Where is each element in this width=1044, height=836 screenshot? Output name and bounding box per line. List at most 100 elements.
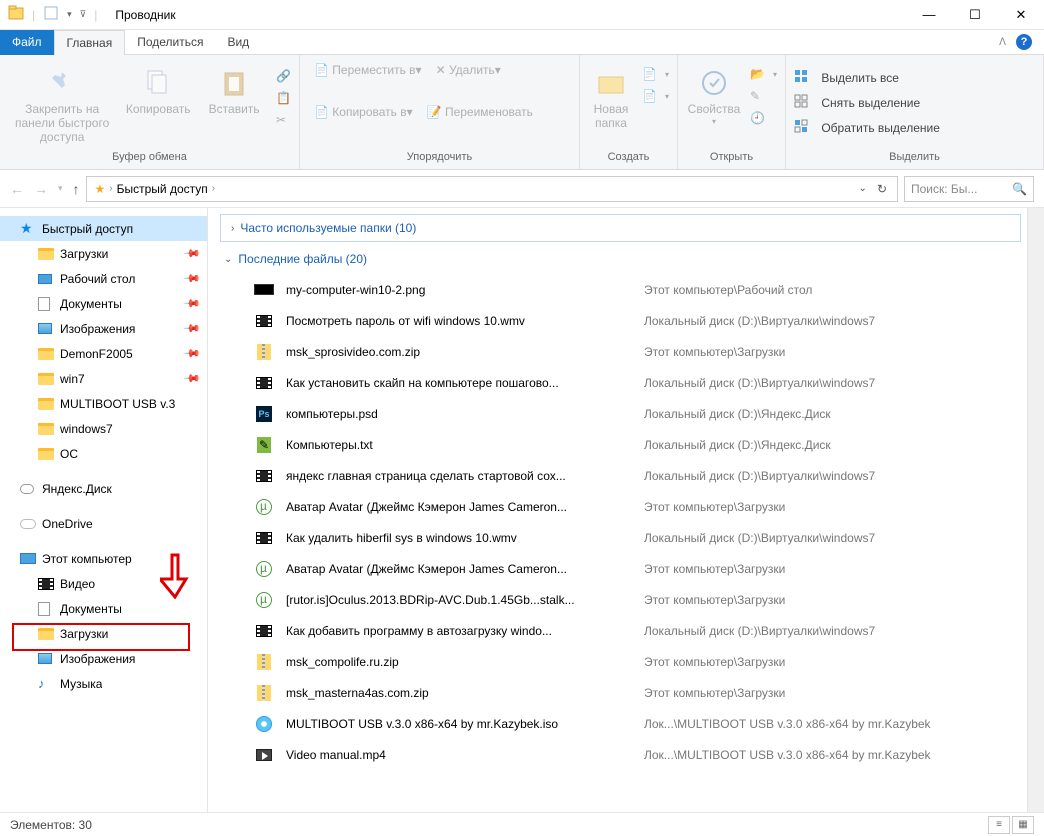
select-all-icon [794, 69, 808, 86]
ribbon-group-label-clipboard: Буфер обмена [8, 149, 291, 165]
move-to-button[interactable]: 📄 Переместить в▾ [314, 63, 422, 77]
edit-button[interactable]: ✎ [750, 87, 777, 105]
rename-button[interactable]: 📝 Переименовать [427, 105, 533, 119]
zip-icon [254, 683, 274, 703]
chevron-right-icon[interactable]: › [109, 183, 112, 194]
copy-to-button[interactable]: 📄 Копировать в▾ [314, 105, 413, 119]
properties-button[interactable]: Свойства ▾ [686, 63, 742, 126]
paste-button[interactable]: Вставить [200, 63, 268, 117]
sidebar-item-label: Документы [60, 602, 122, 616]
delete-button[interactable]: ✕ Удалить▾ [436, 63, 501, 77]
sidebar-item-label: MULTIBOOT USB v.3 [60, 397, 175, 411]
file-row[interactable]: Psкомпьютеры.psdЛокальный диск (D:)\Янде… [254, 398, 1027, 429]
file-row[interactable]: my-computer-win10-2.pngЭтот компьютер\Ра… [254, 274, 1027, 305]
tab-file[interactable]: Файл [0, 30, 54, 55]
chevron-right-icon: › [231, 223, 234, 234]
sidebar-item-quick-access[interactable]: ★ Быстрый доступ [0, 216, 207, 241]
view-details-button[interactable]: ≡ [988, 816, 1010, 834]
file-row[interactable]: Как удалить hiberfil sys в windows 10.wm… [254, 522, 1027, 553]
yandex-disk-icon [20, 481, 36, 497]
video-icon [38, 576, 54, 592]
close-button[interactable]: ✕ [998, 0, 1044, 30]
nav-back-icon[interactable]: ← [10, 181, 24, 197]
onedrive-icon [20, 516, 36, 532]
sidebar-item[interactable]: windows7 [0, 416, 207, 441]
new-folder-button[interactable]: Новая папка [588, 63, 634, 131]
file-row[interactable]: msk_compolife.ru.zipЭтот компьютер\Загру… [254, 646, 1027, 677]
file-row[interactable]: Аватар Avatar (Джеймс Кэмерон James Came… [254, 553, 1027, 584]
sidebar-item[interactable]: Изображения📌 [0, 316, 207, 341]
cut-button[interactable]: ✂ [276, 111, 291, 129]
open-button[interactable]: 📂▾ [750, 65, 777, 83]
tab-share[interactable]: Поделиться [125, 30, 215, 55]
file-row[interactable]: Аватар Avatar (Джеймс Кэмерон James Came… [254, 491, 1027, 522]
scrollbar[interactable] [1027, 208, 1044, 812]
refresh-icon[interactable]: ↻ [877, 182, 887, 196]
file-row[interactable]: ✎Компьютеры.txtЛокальный диск (D:)\Яндек… [254, 429, 1027, 460]
search-input[interactable]: Поиск: Бы... 🔍 [904, 176, 1034, 202]
sidebar-item[interactable]: Документы📌 [0, 291, 207, 316]
select-all-button[interactable]: Выделить все [794, 67, 940, 88]
pin-icon: 📌 [183, 269, 202, 288]
easy-icon: 📄 [642, 89, 657, 103]
file-row[interactable]: Video manual.mp4Лок...\MULTIBOOT USB v.3… [254, 739, 1027, 770]
sidebar-item[interactable]: DemonF2005📌 [0, 341, 207, 366]
sidebar-item[interactable]: ОС [0, 441, 207, 466]
invert-selection-button[interactable]: Обратить выделение [794, 117, 940, 138]
file-row[interactable]: msk_masterna4as.com.zipЭтот компьютер\За… [254, 677, 1027, 708]
paste-shortcut-button[interactable]: 📋 [276, 89, 291, 107]
select-none-button[interactable]: Снять выделение [794, 92, 940, 113]
sidebar-item[interactable]: Документы [0, 596, 207, 621]
minimize-button[interactable]: — [906, 0, 952, 30]
sidebar-item[interactable]: ♪Музыка [0, 671, 207, 696]
sidebar-item[interactable]: MULTIBOOT USB v.3 [0, 391, 207, 416]
sidebar-item-onedrive[interactable]: OneDrive [0, 511, 207, 536]
nav-recent-icon[interactable]: ▾ [58, 183, 63, 194]
file-name: Как добавить программу в автозагрузку wi… [286, 624, 644, 638]
file-name: Как установить скайп на компьютере пошаг… [286, 376, 644, 390]
file-name: MULTIBOOT USB v.3.0 x86-x64 by mr.Kazybe… [286, 717, 644, 731]
copy-button[interactable]: Копировать [124, 63, 192, 117]
file-row[interactable]: Как установить скайп на компьютере пошаг… [254, 367, 1027, 398]
ribbon-collapse-icon[interactable]: ᐱ [999, 37, 1006, 48]
file-name: Как удалить hiberfil sys в windows 10.wm… [286, 531, 644, 545]
nav-up-icon[interactable]: ↑ [73, 181, 80, 197]
file-row[interactable]: Посмотреть пароль от wifi windows 10.wmv… [254, 305, 1027, 336]
video-icon [254, 311, 274, 331]
group-header-recent[interactable]: ⌄ Последние файлы (20) [214, 246, 1027, 272]
file-path: Локальный диск (D:)\Виртуалки\windows7 [644, 376, 875, 390]
breadcrumb-segment[interactable]: Быстрый доступ [117, 182, 208, 196]
copy-path-button[interactable]: 🔗 [276, 67, 291, 85]
tab-home[interactable]: Главная [54, 30, 126, 55]
breadcrumb[interactable]: ★ › Быстрый доступ › ⌄ ↻ [86, 176, 898, 202]
sidebar-item[interactable]: Рабочий стол📌 [0, 266, 207, 291]
breadcrumb-dropdown-icon[interactable]: ⌄ [859, 183, 867, 194]
file-row[interactable]: MULTIBOOT USB v.3.0 x86-x64 by mr.Kazybe… [254, 708, 1027, 739]
view-large-icons-button[interactable]: ▦ [1012, 816, 1034, 834]
folder-icon [38, 246, 54, 262]
sidebar-item[interactable]: Загрузки📌 [0, 241, 207, 266]
video-icon [254, 528, 274, 548]
sidebar-item[interactable]: win7📌 [0, 366, 207, 391]
qat-overflow-icon[interactable]: ⊽ [80, 9, 87, 20]
group-header-frequent[interactable]: › Часто используемые папки (10) [220, 214, 1021, 242]
maximize-button[interactable]: ☐ [952, 0, 998, 30]
iso-icon [254, 714, 274, 734]
qat-dropdown-icon[interactable]: ▾ [67, 9, 72, 20]
tab-view[interactable]: Вид [215, 30, 261, 55]
file-row[interactable]: [rutor.is]Oculus.2013.BDRip-AVC.Dub.1.45… [254, 584, 1027, 615]
file-row[interactable]: msk_sprosivideo.com.zipЭтот компьютер\За… [254, 336, 1027, 367]
qat-item-icon[interactable] [43, 5, 59, 24]
pin-to-quick-access-button[interactable]: Закрепить на панели быстрого доступа [8, 63, 116, 144]
help-icon[interactable]: ? [1016, 34, 1032, 50]
chevron-right-icon[interactable]: › [212, 183, 215, 194]
sidebar-item-yandex[interactable]: Яндекс.Диск [0, 476, 207, 501]
history-button[interactable]: 🕘 [750, 109, 777, 127]
file-name: msk_masterna4as.com.zip [286, 686, 644, 700]
file-row[interactable]: яндекс главная страница сделать стартово… [254, 460, 1027, 491]
easy-access-button[interactable]: 📄▾ [642, 87, 669, 105]
delete-icon: ✕ [436, 63, 446, 77]
file-row[interactable]: Как добавить программу в автозагрузку wi… [254, 615, 1027, 646]
new-item-button[interactable]: 📄▾ [642, 65, 669, 83]
nav-forward-icon[interactable]: → [34, 181, 48, 197]
